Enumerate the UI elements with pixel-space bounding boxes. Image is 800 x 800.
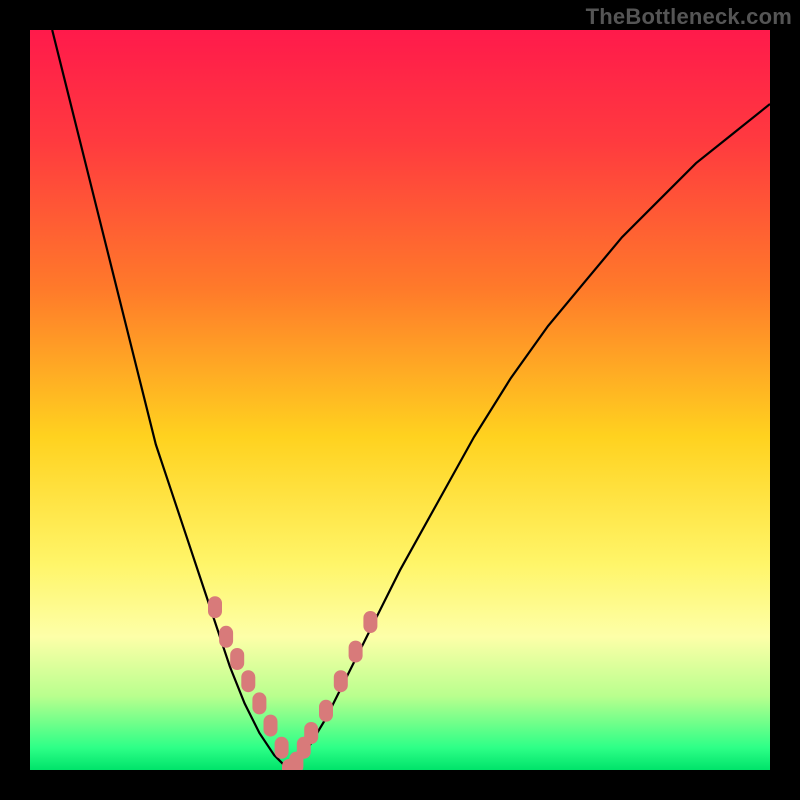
- background-gradient: [30, 30, 770, 770]
- marker-point: [319, 700, 333, 722]
- marker-point: [252, 692, 266, 714]
- marker-point: [264, 715, 278, 737]
- marker-point: [230, 648, 244, 670]
- chart-frame: TheBottleneck.com: [0, 0, 800, 800]
- marker-point: [208, 596, 222, 618]
- marker-point: [275, 737, 289, 759]
- marker-point: [334, 670, 348, 692]
- plot-area: [30, 30, 770, 770]
- attribution-text: TheBottleneck.com: [586, 4, 792, 30]
- marker-point: [363, 611, 377, 633]
- marker-point: [304, 722, 318, 744]
- plot-svg: [30, 30, 770, 770]
- marker-point: [219, 626, 233, 648]
- marker-point: [241, 670, 255, 692]
- marker-point: [349, 641, 363, 663]
